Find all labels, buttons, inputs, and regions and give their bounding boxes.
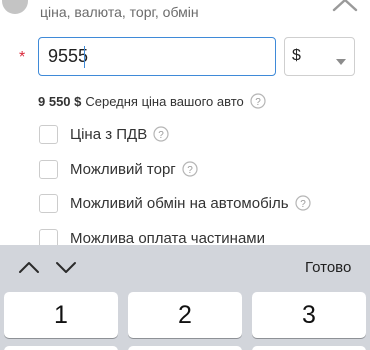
svg-text:?: ? [255,97,261,108]
key-4[interactable] [4,346,118,350]
keyboard-accessory-bar: Готово [0,245,370,289]
collapse-chevron-icon[interactable] [330,0,360,14]
svg-text:?: ? [300,199,306,210]
section-header[interactable]: ціна, валюта, торг, обмін [0,0,370,22]
chevron-down-icon[interactable] [55,259,77,275]
currency-value: $ [292,47,301,64]
bargain-checkbox[interactable] [39,159,58,179]
option-label: Можлива оплата частинами [70,229,265,246]
svg-text:?: ? [187,165,193,176]
currency-select[interactable]: $ [284,37,355,76]
installments-checkbox[interactable] [39,228,58,245]
info-icon[interactable]: ? [153,126,169,142]
done-button[interactable]: Готово [305,259,351,276]
key-3[interactable]: 3 [252,292,366,338]
exchange-checkbox[interactable] [39,193,58,213]
key-6[interactable] [252,346,366,350]
key-5[interactable] [128,346,242,350]
text-caret [84,46,85,68]
option-installments[interactable]: Можлива оплата частинами [39,227,265,245]
key-1[interactable]: 1 [4,292,118,338]
chevron-up-icon[interactable] [18,259,40,275]
price-input[interactable] [38,37,276,76]
average-price-line: 9 550 $ Середня ціна вашого авто ? [38,93,266,109]
option-label: Ціна з ПДВ [70,125,148,143]
option-bargain[interactable]: Можливий торг ? [39,158,198,180]
info-icon[interactable]: ? [182,161,198,177]
vat-checkbox[interactable] [39,124,58,144]
section-number-badge [2,0,28,14]
required-mark: * [19,49,26,66]
svg-text:?: ? [158,130,164,141]
info-icon[interactable]: ? [250,93,266,109]
average-price-value: 9 550 $ [38,93,82,109]
option-label: Можливий обмін на автомобіль [70,194,289,212]
price-form: ціна, валюта, торг, обмін * $ 9 550 $ Се… [0,0,370,245]
option-vat[interactable]: Ціна з ПДВ ? [39,123,169,145]
chevron-down-icon [335,53,347,71]
average-price-label: Середня ціна вашого авто [85,93,244,109]
option-exchange[interactable]: Можливий обмін на автомобіль ? [39,192,311,214]
info-icon[interactable]: ? [294,195,311,211]
key-2[interactable]: 2 [128,292,242,338]
numeric-keypad: 1 2 3 [0,289,370,350]
option-label: Можливий торг [70,160,176,178]
section-subtitle: ціна, валюта, торг, обмін [40,4,199,20]
